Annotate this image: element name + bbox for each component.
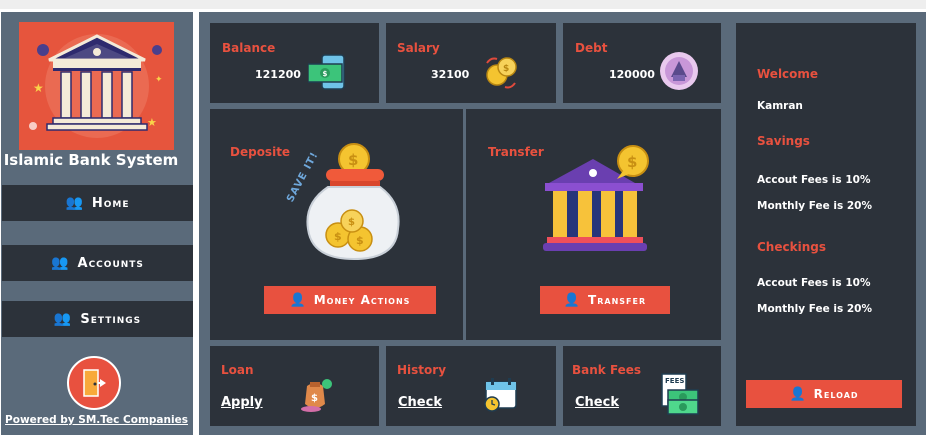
loan-label: Loan [221,363,254,377]
bank-transfer-icon: $ [543,145,649,251]
users-icon: 👥 [53,311,73,327]
debt-value: 120000 [609,68,655,81]
deposit-label: Deposite [230,145,291,159]
loan-apply-link[interactable]: Apply [221,395,263,410]
nav-home-label: Home [91,195,130,211]
exit-door-icon [83,369,106,397]
fees-document-icon: FEES [661,373,699,415]
svg-text:★: ★ [147,116,157,129]
svg-text:$: $ [356,234,364,247]
users-icon: 👥 [65,195,84,211]
money-actions-button[interactable]: 👤 Money Actions [264,286,436,314]
svg-text:$: $ [311,393,318,404]
svg-text:$: $ [627,153,637,171]
bank-fees-label: Bank Fees [572,363,642,377]
checkings-monthly-fee: Monthly Fee is 20% [757,303,873,315]
nav-accounts-button[interactable]: 👥 Accounts [2,245,193,281]
checkings-label: Checkings [757,240,826,254]
checkings-account-fee: Accout Fees is 10% [757,277,871,289]
debt-label: Debt [575,41,608,55]
reload-button[interactable]: 👤 Reload [746,380,902,408]
powered-by-link[interactable]: Powered by SM.Tec Companies [1,414,192,426]
fees-icon-text: FEES [665,377,684,385]
main-area: Balance 121200 $ Salary 32100 $ Debt 120… [199,12,926,435]
deposit-card: Deposite $ $ $ $ SAVE IT! 👤 Money Action… [210,109,463,340]
user-edit-icon: 👤 [563,292,582,308]
svg-text:$: $ [503,64,509,74]
balance-value: 121200 [255,68,301,81]
balance-label: Balance [222,41,276,55]
history-check-link[interactable]: Check [398,395,442,410]
user-edit-icon: 👤 [789,386,807,402]
reload-button-label: Reload [813,387,859,401]
svg-text:$: $ [348,151,358,169]
svg-text:✦: ✦ [155,75,163,85]
salary-label: Salary [397,41,440,55]
nav-settings-label: Settings [80,311,142,327]
debt-card: Debt 120000 [563,23,721,103]
right-info-panel: Welcome Kamran Savings Accout Fees is 10… [736,23,916,426]
sidebar: ★ ★ ✦ Islamic Bank System 👥 Home 👥 Accou… [1,12,193,435]
nav-accounts-label: Accounts [77,255,144,271]
bank-fees-check-link[interactable]: Check [575,395,619,410]
salary-value: 32100 [431,68,470,81]
savings-account-fee: Accout Fees is 10% [757,174,871,186]
window-top-strip [0,0,926,9]
bank-building-icon: ★ ★ ✦ [19,22,174,150]
salary-card: Salary 32100 $ [386,23,556,103]
svg-text:$: $ [334,230,342,243]
loan-card: Loan Apply $ [210,346,379,426]
transfer-button-label: Transfer [588,293,647,307]
welcome-label: Welcome [757,67,819,81]
app-title: Islamic Bank System [3,151,179,169]
debt-piggy-icon [660,52,698,90]
transfer-label: Transfer [488,145,544,159]
nav-settings-button[interactable]: 👥 Settings [2,301,193,337]
nav-home-button[interactable]: 👥 Home [2,185,193,221]
coin-exchange-icon: $ [486,57,517,89]
savings-label: Savings [757,134,810,148]
user-name: Kamran [757,100,803,112]
transfer-card: Transfer $ 👤 Transfer [466,109,721,340]
user-edit-icon: 👤 [289,292,307,308]
savings-monthly-fee: Monthly Fee is 20% [757,200,873,212]
svg-text:$: $ [348,217,355,228]
money-phone-icon: $ [308,54,345,90]
loan-money-bag-icon: $ [301,379,332,412]
bank-logo: ★ ★ ✦ [19,22,174,150]
calendar-clock-icon [484,378,517,412]
exit-button[interactable] [67,356,121,410]
transfer-button[interactable]: 👤 Transfer [540,286,670,314]
balance-card: Balance 121200 $ [210,23,379,103]
bank-fees-card: Bank Fees Check FEES [563,346,721,426]
history-label: History [397,363,447,377]
money-actions-label: Money Actions [313,293,411,307]
svg-text:$: $ [323,70,328,78]
history-card: History Check [386,346,556,426]
users-icon: 👥 [51,255,70,271]
svg-text:★: ★ [33,81,44,95]
